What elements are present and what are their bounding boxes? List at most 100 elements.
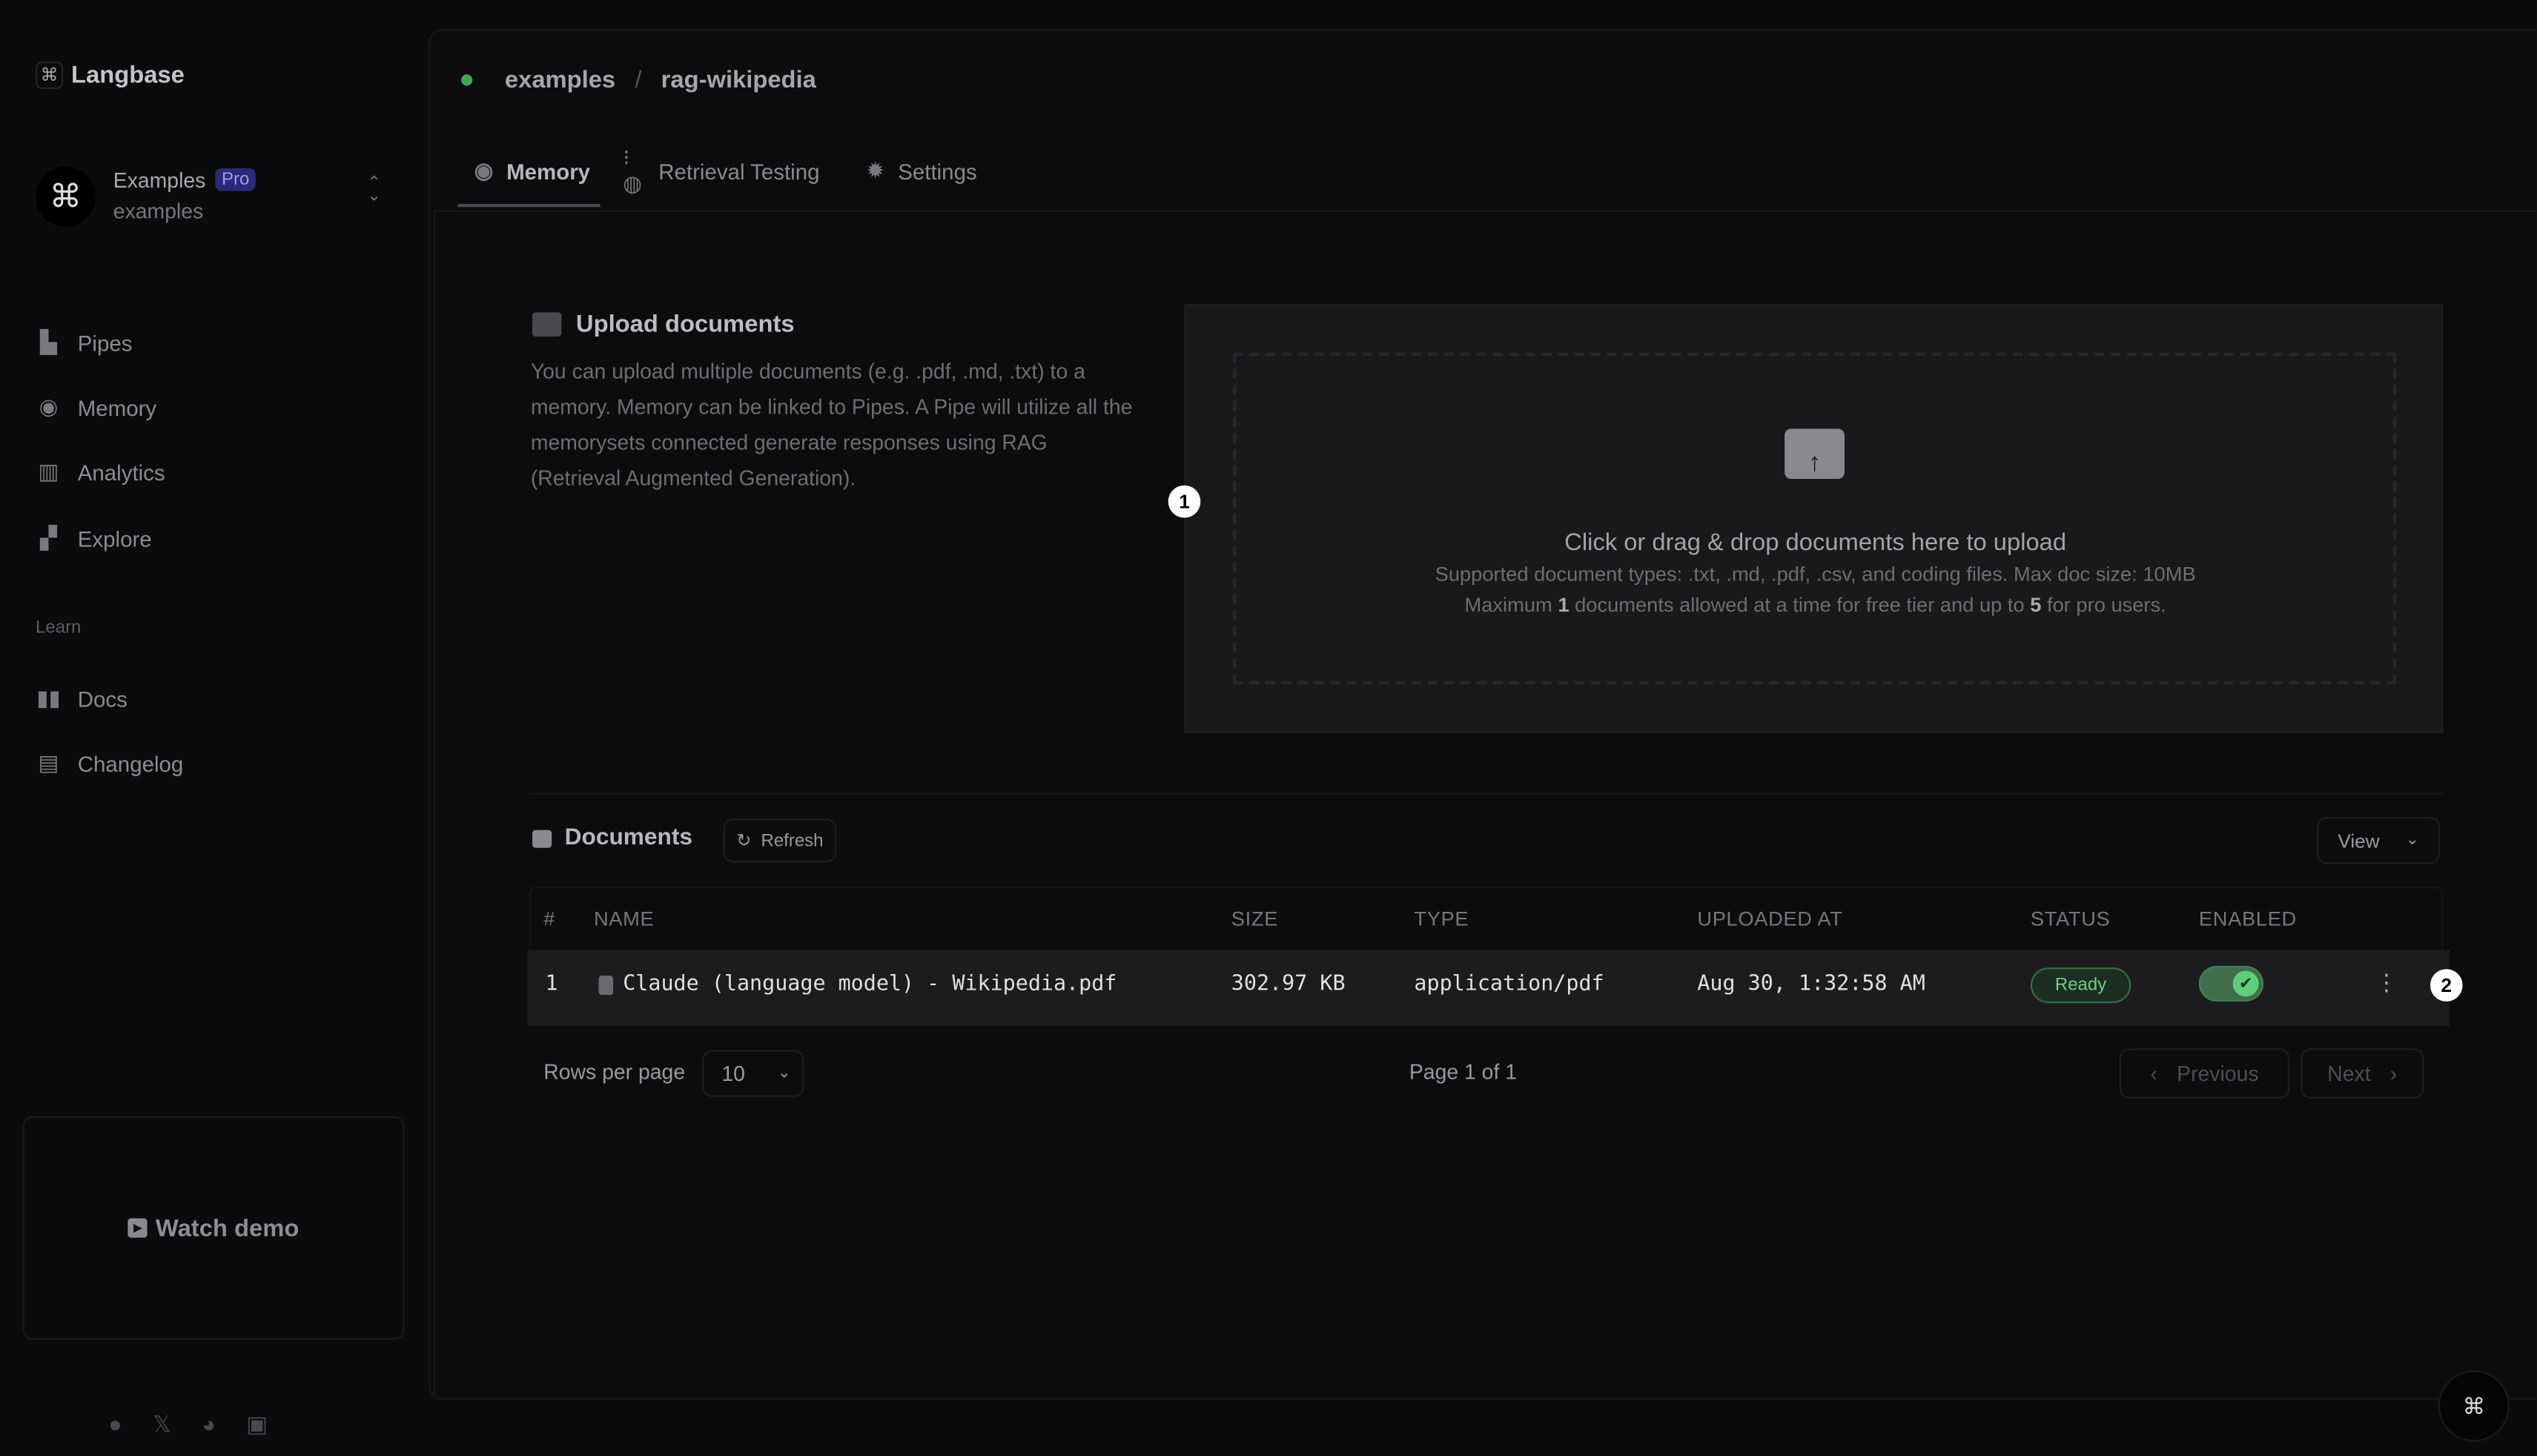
memory-icon: ◉ [39, 394, 59, 420]
tab-label: Settings [898, 159, 977, 184]
breadcrumb-org[interactable]: examples [505, 66, 615, 93]
column-header-enabled[interactable]: ENABLED [2199, 907, 2297, 930]
view-label: View [2338, 829, 2380, 853]
view-options-button[interactable]: View ⌄ [2317, 817, 2441, 864]
document-type: application/pdf [1414, 972, 1604, 997]
tab-settings[interactable]: ✹ Settings [862, 159, 976, 185]
column-header-uploaded-at[interactable]: UPLOADED AT [1697, 907, 1842, 930]
memory-icon: ◉ [474, 158, 494, 183]
sidebar-item-pipes[interactable]: ▙ Pipes [36, 330, 132, 356]
column-header-size[interactable]: SIZE [1231, 907, 1278, 930]
brand[interactable]: ⌘ Langbase [36, 61, 185, 90]
app-root: ⌘ Langbase ⌘ Examples Pro examples ⌃ ⌄ ▙ P… [0, 0, 2537, 1456]
page-info: Page 1 of 1 [1409, 1059, 1517, 1085]
x-icon[interactable]: 𝕏 [153, 1411, 171, 1438]
breadcrumb-separator: / [635, 66, 642, 94]
column-header-index: # [543, 907, 556, 930]
watch-demo-card[interactable]: ▶ Watch demo [22, 1116, 405, 1340]
previous-page-button[interactable]: ‹ Previous [2119, 1048, 2290, 1099]
document-name[interactable]: Claude (language model) - Wikipedia.pdf [623, 973, 1117, 997]
status-dot [460, 74, 473, 86]
explore-icon: ▞ [40, 526, 57, 551]
gear-icon: ✹ [866, 158, 885, 183]
refresh-button[interactable]: ↻ Refresh [723, 818, 837, 863]
video-icon: ▶ [128, 1218, 148, 1238]
breadcrumb: examples / rag-wikipedia [460, 66, 816, 94]
sidebar-item-label: Changelog [77, 751, 184, 776]
sidebar-item-explore[interactable]: ▞ Explore [36, 526, 152, 552]
dropzone[interactable]: ↑ Click or drag & drop documents here to… [1184, 304, 2444, 733]
chevron-up-down-icon: ⌃ ⌄ [367, 174, 381, 206]
refresh-icon: ↻ [736, 831, 752, 851]
folder-upload-icon [532, 312, 562, 337]
limit-pro: 5 [2030, 593, 2042, 617]
refresh-label: Refresh [761, 830, 824, 850]
workspace-slug: examples [113, 199, 204, 224]
status-badge: Ready [2030, 967, 2131, 1004]
pro-badge: Pro [215, 168, 257, 191]
sidebar-item-label: Memory [77, 395, 157, 420]
chevron-down-icon: ⌄ [777, 1065, 791, 1083]
tab-retrieval-testing[interactable]: ⁝◍ Retrieval Testing [623, 145, 820, 196]
sidebar: ⌘ Langbase ⌘ Examples Pro examples ⌃ ⌄ ▙ P… [0, 0, 429, 1456]
column-header-status[interactable]: STATUS [2031, 907, 2111, 930]
documents-title: Documents [564, 825, 692, 851]
command-menu-button[interactable]: ⌘ [2438, 1370, 2510, 1442]
tab-label: Memory [506, 159, 591, 184]
rows-per-page-select[interactable]: 10 ⌄ [702, 1050, 804, 1097]
row-actions-menu-icon[interactable]: ⋮ [2375, 969, 2398, 996]
chevron-left-icon: ‹ [2150, 1061, 2157, 1086]
chevron-down-icon: ⌄ [2405, 831, 2419, 850]
brand-name: Langbase [71, 61, 185, 90]
sidebar-item-docs[interactable]: ▮▮ Docs [36, 686, 128, 712]
sidebar-item-label: Explore [77, 526, 152, 552]
column-header-name[interactable]: NAME [594, 907, 654, 930]
tab-memory[interactable]: ◉ Memory [471, 159, 590, 185]
breadcrumb-memory[interactable]: rag-wikipedia [661, 66, 816, 93]
discord-icon[interactable]: ◕ [202, 1411, 215, 1438]
watch-demo-label: Watch demo [155, 1214, 300, 1242]
column-header-type[interactable]: TYPE [1414, 907, 1469, 930]
changelog-icon: ▤ [38, 750, 59, 775]
workspace-avatar: ⌘ [36, 166, 96, 227]
rows-per-page-label: Rows per page [543, 1059, 686, 1085]
rows-per-page-value: 10 [721, 1061, 745, 1086]
sidebar-item-analytics[interactable]: ▥ Analytics [36, 460, 165, 486]
docs-icon: ▮▮ [36, 686, 61, 711]
active-tab-underline [457, 203, 601, 208]
divider [529, 792, 2444, 795]
limit-text: Maximum [1464, 593, 1558, 617]
limit-text: for pro users. [2041, 593, 2166, 617]
dropzone-title: Click or drag & drop documents here to u… [1564, 529, 2067, 557]
github-icon[interactable]: ● [108, 1411, 122, 1438]
previous-label: Previous [2177, 1061, 2259, 1086]
check-icon: ✔ [2232, 970, 2259, 997]
next-label: Next [2327, 1061, 2371, 1086]
documents-heading: Documents [532, 825, 692, 851]
enabled-toggle[interactable]: ✔ [2198, 965, 2264, 1002]
annotation-marker-1: 1 [1168, 485, 1201, 518]
workspace-switcher[interactable]: ⌘ Examples Pro examples ⌃ ⌄ [36, 165, 394, 227]
analytics-icon: ▥ [38, 459, 59, 484]
supported-types: Supported document types: .txt, .md, .pd… [1435, 563, 2196, 586]
sidebar-item-label: Analytics [77, 460, 165, 485]
logo-icon: ⌘ [36, 61, 64, 90]
learn-section-label: Learn [36, 618, 82, 638]
sidebar-item-memory[interactable]: ◉ Memory [36, 394, 157, 421]
sidebar-item-changelog[interactable]: ▤ Changelog [36, 750, 184, 777]
dropzone-dashed-border [1232, 352, 2397, 685]
document-size: 302.97 KB [1231, 972, 1346, 997]
status-icon[interactable]: ▣ [246, 1411, 268, 1438]
workspace-name: Examples [113, 168, 206, 193]
file-icon [598, 975, 614, 996]
pipes-icon: ▙ [40, 330, 57, 354]
upload-description: You can upload multiple documents (e.g. … [530, 359, 1133, 491]
sidebar-item-label: Docs [77, 686, 128, 712]
sidebar-item-label: Pipes [77, 331, 133, 356]
retrieval-icon: ⁝◍ [623, 145, 642, 196]
next-page-button[interactable]: Next › [2300, 1048, 2424, 1099]
folder-upload-icon: ↑ [1784, 428, 1845, 479]
document-uploaded-at: Aug 30, 1:32:58 AM [1697, 972, 1925, 997]
tab-label: Retrieval Testing [658, 159, 820, 184]
limit-free: 1 [1558, 593, 1570, 617]
